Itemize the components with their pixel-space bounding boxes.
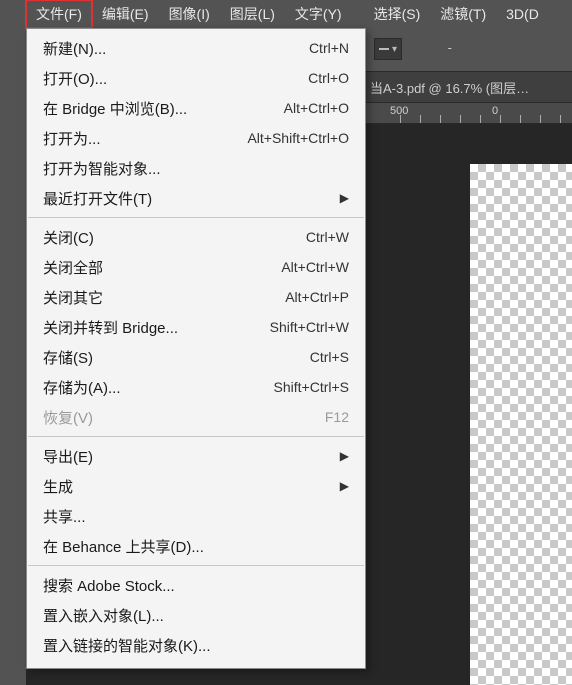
tool-strip[interactable] bbox=[0, 28, 26, 685]
menu-item-shortcut: Alt+Ctrl+P bbox=[285, 289, 349, 305]
chevron-right-icon: ▶ bbox=[340, 449, 349, 463]
menu-item[interactable]: 关闭全部 Alt+Ctrl+W bbox=[27, 252, 365, 282]
menu-item-label: 最近打开文件(T) bbox=[43, 188, 340, 209]
menu-item[interactable]: 存储为(A)... Shift+Ctrl+S bbox=[27, 372, 365, 402]
menu-item-shortcut: Ctrl+N bbox=[309, 40, 349, 56]
menu-item: 恢复(V) F12 bbox=[27, 402, 365, 432]
menubar-item-image[interactable]: 图像(I) bbox=[159, 0, 220, 28]
menubar-item-file[interactable]: 文件(F) bbox=[26, 0, 92, 28]
menu-item[interactable]: 打开为... Alt+Shift+Ctrl+O bbox=[27, 123, 365, 153]
menu-item-label: 存储(S) bbox=[43, 347, 290, 368]
menu-item[interactable]: 关闭(C) Ctrl+W bbox=[27, 222, 365, 252]
menu-item[interactable]: 打开为智能对象... bbox=[27, 153, 365, 183]
menubar-item-filter[interactable]: 滤镜(T) bbox=[430, 0, 496, 28]
menu-item[interactable]: 最近打开文件(T)▶ bbox=[27, 183, 365, 213]
menu-item[interactable]: 置入链接的智能对象(K)... bbox=[27, 630, 365, 660]
menu-item[interactable]: 新建(N)... Ctrl+N bbox=[27, 33, 365, 63]
chevron-right-icon: ▶ bbox=[340, 191, 349, 205]
chevron-right-icon: ▶ bbox=[340, 479, 349, 493]
menu-item-label: 关闭并转到 Bridge... bbox=[43, 317, 250, 338]
menu-item-label: 置入嵌入对象(L)... bbox=[43, 605, 349, 626]
menu-item[interactable]: 在 Bridge 中浏览(B)... Alt+Ctrl+O bbox=[27, 93, 365, 123]
menu-item[interactable]: 导出(E)▶ bbox=[27, 441, 365, 471]
menu-item[interactable]: 共享... bbox=[27, 501, 365, 531]
menu-item-shortcut: F12 bbox=[325, 409, 349, 425]
menu-item-shortcut: Shift+Ctrl+S bbox=[274, 379, 349, 395]
menubar-item-layer[interactable]: 图层(L) bbox=[220, 0, 285, 28]
menu-item-label: 存储为(A)... bbox=[43, 377, 254, 398]
options-swatch-dropdown[interactable]: ▾ bbox=[374, 38, 402, 60]
chevron-down-icon: ▾ bbox=[392, 44, 397, 55]
menu-item[interactable]: 关闭其它 Alt+Ctrl+P bbox=[27, 282, 365, 312]
menu-item[interactable]: 在 Behance 上共享(D)... bbox=[27, 531, 365, 561]
menu-item[interactable]: 搜索 Adobe Stock... bbox=[27, 570, 365, 600]
menu-item-label: 打开(O)... bbox=[43, 68, 288, 89]
menu-item-label: 置入链接的智能对象(K)... bbox=[43, 635, 349, 656]
menu-item-label: 生成 bbox=[43, 476, 340, 497]
ruler-label: 0 bbox=[492, 105, 498, 117]
menubar-item-select[interactable]: 选择(S) bbox=[364, 0, 431, 28]
menu-item-shortcut: Ctrl+O bbox=[308, 70, 349, 86]
menu-item-shortcut: Shift+Ctrl+W bbox=[270, 319, 349, 335]
menu-item-shortcut: Alt+Ctrl+O bbox=[284, 100, 349, 116]
menu-item-label: 导出(E) bbox=[43, 446, 340, 467]
menubar: 文件(F) 编辑(E) 图像(I) 图层(L) 文字(Y) 选择(S) 滤镜(T… bbox=[0, 0, 572, 28]
menu-item-shortcut: Alt+Ctrl+W bbox=[281, 259, 349, 275]
menu-item-label: 关闭(C) bbox=[43, 227, 286, 248]
canvas-transparency-grid bbox=[470, 164, 572, 685]
menu-item-label: 在 Behance 上共享(D)... bbox=[43, 536, 349, 557]
menu-item-label: 打开为... bbox=[43, 128, 227, 149]
menubar-item-edit[interactable]: 编辑(E) bbox=[92, 0, 159, 28]
menubar-item-3d[interactable]: 3D(D bbox=[496, 2, 549, 26]
menu-item-shortcut: Ctrl+S bbox=[310, 349, 349, 365]
menu-item[interactable]: 置入嵌入对象(L)... bbox=[27, 600, 365, 630]
menu-item[interactable]: 生成▶ bbox=[27, 471, 365, 501]
menu-item-label: 打开为智能对象... bbox=[43, 158, 349, 179]
menu-item-label: 在 Bridge 中浏览(B)... bbox=[43, 98, 264, 119]
menu-item[interactable]: 关闭并转到 Bridge... Shift+Ctrl+W bbox=[27, 312, 365, 342]
menu-separator bbox=[28, 565, 364, 566]
menu-item-label: 恢复(V) bbox=[43, 407, 305, 428]
dash-icon bbox=[379, 48, 389, 50]
menu-item-label: 新建(N)... bbox=[43, 38, 289, 59]
menu-item[interactable]: 存储(S) Ctrl+S bbox=[27, 342, 365, 372]
menu-separator bbox=[28, 436, 364, 437]
menu-item-label: 共享... bbox=[43, 506, 349, 527]
menu-separator bbox=[28, 217, 364, 218]
document-tab-title[interactable]: 当A-3.pdf @ 16.7% (图层… bbox=[370, 78, 529, 97]
menu-item-label: 搜索 Adobe Stock... bbox=[43, 575, 349, 596]
options-value: - bbox=[448, 40, 452, 55]
menu-item[interactable]: 打开(O)... Ctrl+O bbox=[27, 63, 365, 93]
menu-item-label: 关闭其它 bbox=[43, 287, 265, 308]
menubar-item-type[interactable]: 文字(Y) bbox=[285, 0, 352, 28]
file-menu-dropdown: 新建(N)... Ctrl+N 打开(O)... Ctrl+O 在 Bridge 中浏览… bbox=[26, 28, 366, 669]
menu-item-shortcut: Ctrl+W bbox=[306, 229, 349, 245]
menu-item-shortcut: Alt+Shift+Ctrl+O bbox=[247, 130, 349, 146]
menu-item-label: 关闭全部 bbox=[43, 257, 261, 278]
